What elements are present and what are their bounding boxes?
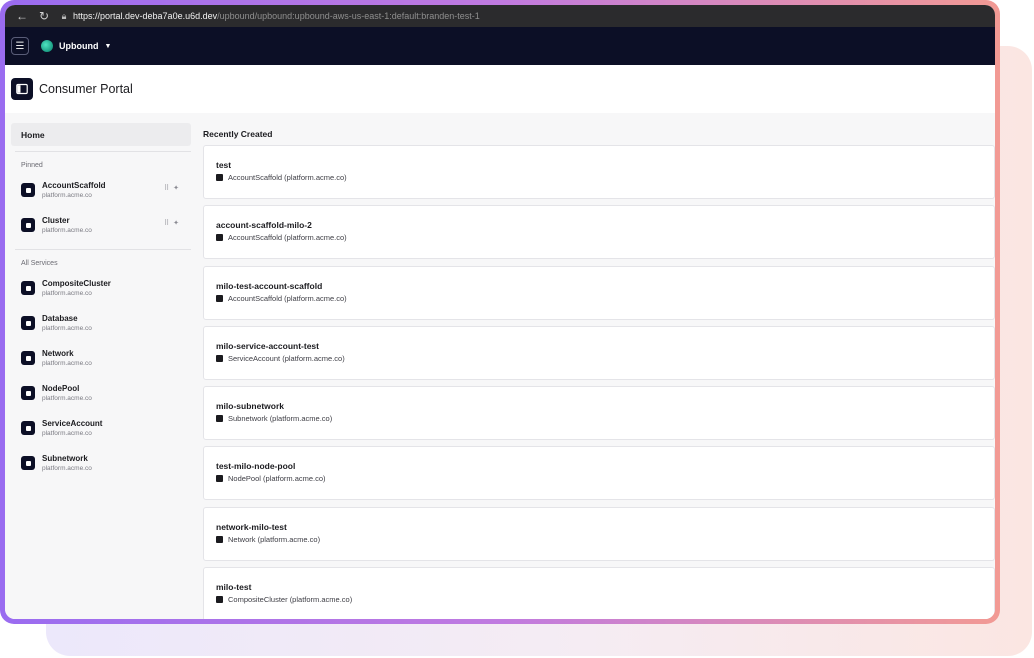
sidebar-item-serviceaccount[interactable]: ServiceAccount platform.acme.co — [11, 412, 191, 447]
service-name: Cluster — [42, 216, 70, 225]
cube-icon — [21, 281, 35, 295]
pin-icon[interactable]: ✦ — [173, 185, 183, 192]
resource-kind: ServiceAccount (platform.acme.co) — [228, 353, 345, 363]
divider — [15, 249, 191, 250]
resource-card[interactable]: account-scaffold-milo-2 AccountScaffold … — [203, 205, 995, 260]
service-group: platform.acme.co — [42, 360, 92, 367]
resource-kind: AccountScaffold (platform.acme.co) — [228, 173, 347, 182]
pinned-section-label: Pinned — [21, 162, 43, 169]
recently-created-panel: Recently Created test AccountScaffold (p… — [203, 123, 995, 619]
resource-kind: Subnetwork (platform.acme.co) — [228, 414, 333, 424]
cube-icon — [21, 456, 35, 470]
resource-kind: CompositeCluster (platform.acme.co) — [228, 595, 353, 605]
service-group: platform.acme.co — [42, 395, 92, 402]
drag-handle-icon[interactable]: ⠿ — [164, 220, 173, 227]
cube-icon — [216, 174, 223, 181]
service-name: ServiceAccount — [42, 419, 103, 428]
cube-icon — [216, 294, 223, 302]
service-group: platform.acme.co — [42, 430, 92, 437]
url-text[interactable]: https://portal.dev-deba7a0e.u6d.dev/upbo… — [73, 11, 480, 21]
sidebar: Home Pinned AccountScaffold platform.acm… — [11, 123, 191, 482]
sidebar-item-database[interactable]: Database platform.acme.co — [11, 307, 191, 342]
window-frame: ← ↻ 🔒︎ https://portal.dev-deba7a0e.u6d.d… — [0, 0, 1000, 624]
browser-url-bar: ← ↻ 🔒︎ https://portal.dev-deba7a0e.u6d.d… — [5, 5, 995, 27]
arrow-left-icon[interactable]: ← — [11, 9, 33, 23]
sidebar-item-network[interactable]: Network platform.acme.co — [11, 342, 191, 377]
service-name: Subnetwork — [42, 454, 88, 463]
resource-card[interactable]: milo-test-account-scaffold AccountScaffo… — [203, 265, 995, 320]
resource-name: test — [216, 160, 232, 170]
sidebar-item-subnetwork[interactable]: Subnetwork platform.acme.co — [11, 447, 191, 482]
service-group: platform.acme.co — [42, 465, 92, 472]
resource-card[interactable]: test-milo-node-pool NodePool (platform.a… — [203, 446, 995, 501]
resource-card[interactable]: milo-service-account-test ServiceAccount… — [203, 325, 995, 380]
resource-name: milo-subnetwork — [216, 401, 285, 412]
drag-handle-icon[interactable]: ⠿ — [164, 185, 173, 192]
cube-icon — [21, 183, 35, 197]
resource-card[interactable]: milo-test CompositeCluster (platform.acm… — [203, 567, 995, 619]
all-services-section-label: All Services — [21, 260, 58, 267]
cube-icon — [216, 535, 223, 543]
service-name: Network — [42, 349, 74, 358]
upbound-logo-icon — [41, 40, 53, 52]
hamburger-icon[interactable]: ☰ — [11, 37, 29, 55]
resource-card[interactable]: network-milo-test Network (platform.acme… — [203, 506, 995, 561]
service-group: platform.acme.co — [42, 227, 92, 234]
app-top-bar: ☰ Upbound ▼ — [5, 27, 995, 65]
cube-icon — [216, 354, 223, 362]
service-name: AccountScaffold — [42, 181, 106, 190]
content-area: Home Pinned AccountScaffold platform.acm… — [5, 113, 995, 619]
resource-name: milo-test — [216, 582, 252, 593]
browser-window: ← ↻ 🔒︎ https://portal.dev-deba7a0e.u6d.d… — [5, 5, 995, 619]
resource-card[interactable]: test AccountScaffold (platform.acme.co) — [203, 145, 995, 199]
service-name: Database — [42, 314, 78, 323]
resource-card[interactable]: milo-subnetwork Subnetwork (platform.acm… — [203, 386, 995, 441]
resource-name: account-scaffold-milo-2 — [216, 220, 312, 231]
pin-icon[interactable]: ✦ — [173, 220, 183, 227]
cube-icon — [21, 351, 35, 365]
sidebar-item-cluster[interactable]: Cluster platform.acme.co ⠿✦ — [11, 209, 191, 244]
cube-icon — [216, 234, 223, 242]
lock-icon: 🔒︎ — [61, 10, 67, 21]
page-header: Consumer Portal — [5, 65, 995, 113]
cube-icon — [216, 415, 223, 423]
divider — [15, 151, 191, 152]
section-title: Recently Created — [203, 129, 273, 139]
cube-icon — [216, 596, 223, 604]
url-host: https://portal.dev-deba7a0e.u6d.dev — [73, 11, 218, 21]
cube-icon — [21, 386, 35, 400]
sidebar-icon[interactable] — [11, 78, 33, 100]
sidebar-item-compositecluster[interactable]: CompositeCluster platform.acme.co — [11, 272, 191, 307]
stage: ← ↻ 🔒︎ https://portal.dev-deba7a0e.u6d.d… — [0, 0, 1034, 658]
reload-icon[interactable]: ↻ — [33, 9, 55, 23]
page-title: Consumer Portal — [39, 82, 133, 96]
service-name: NodePool — [42, 384, 80, 393]
service-group: platform.acme.co — [42, 325, 92, 332]
brand-label: Upbound — [59, 41, 99, 51]
sidebar-item-accountscaffold[interactable]: AccountScaffold platform.acme.co ⠿✦ — [11, 174, 191, 209]
caret-down-icon: ▼ — [104, 42, 112, 50]
service-group: platform.acme.co — [42, 192, 92, 199]
resource-name: test-milo-node-pool — [216, 461, 296, 472]
resource-kind: AccountScaffold (platform.acme.co) — [228, 293, 347, 303]
resource-kind: Network (platform.acme.co) — [228, 534, 321, 544]
cube-icon — [21, 316, 35, 330]
org-switcher[interactable]: Upbound ▼ — [41, 40, 111, 52]
cube-icon — [21, 421, 35, 435]
service-group: platform.acme.co — [42, 290, 92, 297]
resource-name: network-milo-test — [216, 521, 287, 532]
resource-kind: NodePool (platform.acme.co) — [228, 474, 326, 484]
cube-icon — [21, 218, 35, 232]
cube-icon — [216, 475, 223, 483]
sidebar-item-home[interactable]: Home — [11, 123, 191, 146]
resource-kind: AccountScaffold (platform.acme.co) — [228, 233, 347, 243]
resource-name: milo-service-account-test — [216, 340, 319, 351]
url-path: /upbound/upbound:upbound-aws-us-east-1:d… — [217, 11, 480, 21]
sidebar-item-nodepool[interactable]: NodePool platform.acme.co — [11, 377, 191, 412]
resource-name: milo-test-account-scaffold — [216, 280, 323, 291]
service-name: CompositeCluster — [42, 279, 111, 288]
